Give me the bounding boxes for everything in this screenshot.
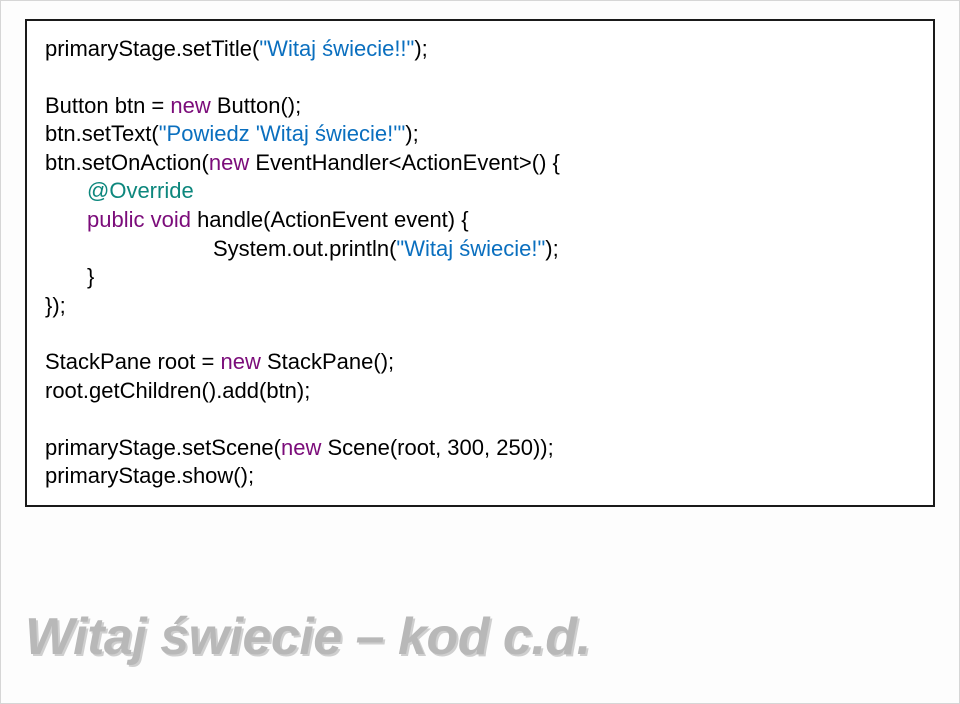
code-line: primaryStage.setTitle("Witaj świecie!!")…: [45, 35, 915, 64]
code-line: primaryStage.show();: [45, 462, 915, 491]
code-text: btn.setText(: [45, 121, 159, 146]
code-keyword: new: [221, 349, 261, 374]
code-text: );: [405, 121, 418, 146]
code-text: handle(ActionEvent event) {: [191, 207, 469, 232]
code-string: "Witaj świecie!": [396, 236, 545, 261]
code-annotation: @Override: [87, 178, 194, 203]
code-keyword: new: [281, 435, 321, 460]
code-text: Button();: [211, 93, 301, 118]
code-line: });: [45, 292, 915, 321]
code-line: @Override: [87, 177, 915, 206]
code-line: public void handle(ActionEvent event) {: [87, 206, 915, 235]
blank-line: [45, 406, 915, 434]
code-text: btn.setOnAction(: [45, 150, 209, 175]
code-text: StackPane root =: [45, 349, 221, 374]
code-box: primaryStage.setTitle("Witaj świecie!!")…: [25, 19, 935, 507]
code-text: Scene(root, 300, 250));: [321, 435, 553, 460]
code-text: );: [545, 236, 558, 261]
code-string: "Powiedz 'Witaj świecie!'": [159, 121, 406, 146]
code-text: primaryStage.setScene(: [45, 435, 281, 460]
code-line: Button btn = new Button();: [45, 92, 915, 121]
code-string: "Witaj świecie!!": [259, 36, 414, 61]
slide-container: primaryStage.setTitle("Witaj świecie!!")…: [0, 0, 960, 704]
code-line: root.getChildren().add(btn);: [45, 377, 915, 406]
code-text: primaryStage.show();: [45, 463, 254, 488]
slide-title: Witaj świecie – kod c.d.: [25, 607, 591, 667]
code-text: root.getChildren().add(btn);: [45, 378, 310, 403]
code-line: primaryStage.setScene(new Scene(root, 30…: [45, 434, 915, 463]
code-text: EventHandler<ActionEvent>() {: [249, 150, 560, 175]
code-line: btn.setText("Powiedz 'Witaj świecie!'");: [45, 120, 915, 149]
code-keyword: new: [209, 150, 249, 175]
code-text: });: [45, 293, 66, 318]
code-keyword: new: [170, 93, 210, 118]
code-line: }: [87, 263, 915, 292]
code-text: StackPane();: [261, 349, 394, 374]
code-text: );: [414, 36, 427, 61]
title-wrapper: Witaj świecie – kod c.d.: [25, 607, 591, 667]
code-line: btn.setOnAction(new EventHandler<ActionE…: [45, 149, 915, 178]
code-text: }: [87, 264, 94, 289]
code-text: System.out.println(: [213, 236, 396, 261]
code-keyword: public void: [87, 207, 191, 232]
blank-line: [45, 64, 915, 92]
code-text: Button btn =: [45, 93, 170, 118]
blank-line: [45, 320, 915, 348]
code-line: StackPane root = new StackPane();: [45, 348, 915, 377]
code-line: System.out.println("Witaj świecie!");: [213, 235, 915, 264]
code-text: primaryStage.setTitle(: [45, 36, 259, 61]
